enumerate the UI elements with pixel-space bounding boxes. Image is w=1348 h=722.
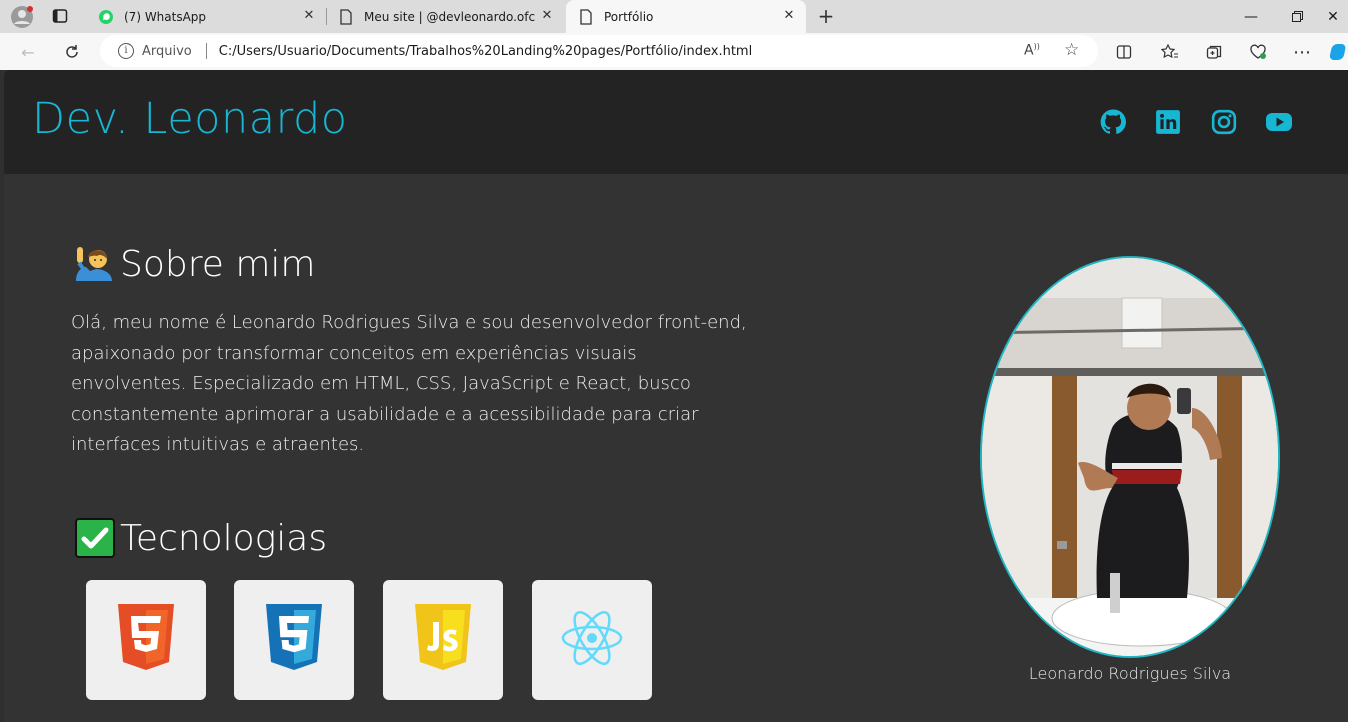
whatsapp-icon — [98, 9, 114, 25]
info-icon[interactable]: i — [118, 43, 134, 59]
split-screen-icon[interactable] — [1110, 38, 1138, 66]
scheme-label: Arquivo — [142, 43, 192, 59]
html5-icon — [114, 602, 178, 678]
browser-tabstrip: (7) WhatsApp ✕ Meu site | @devleonardo.o… — [0, 0, 1348, 33]
minimize-button[interactable]: — — [1228, 0, 1274, 33]
tab-separator — [326, 8, 327, 25]
more-menu-icon[interactable]: ⋯ — [1288, 38, 1316, 66]
tab-portfolio[interactable]: Portfólio ✕ — [566, 0, 806, 33]
close-window-button[interactable]: ✕ — [1318, 0, 1348, 33]
url-text[interactable]: C:/Users/Usuario/Documents/Trabalhos%20L… — [219, 44, 752, 59]
copilot-icon[interactable] — [1326, 38, 1348, 66]
tech-card-css3[interactable] — [234, 580, 354, 700]
tab-label: Portfólio — [604, 9, 654, 24]
site-header: Dev. Leonardo — [4, 70, 1348, 174]
tech-card-react[interactable] — [532, 580, 652, 700]
react-icon — [560, 608, 624, 672]
profile-caption: Leonardo Rodrigues Silva — [1028, 664, 1232, 683]
tech-card-javascript[interactable] — [383, 580, 503, 700]
instagram-icon[interactable] — [1210, 108, 1238, 136]
close-icon[interactable]: ✕ — [540, 9, 554, 23]
tab-whatsapp[interactable]: (7) WhatsApp ✕ — [90, 0, 326, 33]
linkedin-icon[interactable] — [1154, 108, 1182, 136]
tech-title: Tecnologias — [120, 517, 328, 559]
close-icon[interactable]: ✕ — [782, 9, 796, 23]
address-bar[interactable]: i Arquivo C:/Users/Usuario/Documents/Tra… — [100, 35, 1098, 67]
tab-meu-site[interactable]: Meu site | @devleonardo.ofc ✕ — [328, 0, 564, 33]
profile-avatar[interactable] — [8, 3, 36, 31]
restore-button[interactable] — [1274, 0, 1320, 33]
favorite-star-icon[interactable]: ☆ — [1064, 40, 1079, 60]
javascript-icon — [411, 602, 475, 678]
address-divider — [205, 43, 207, 59]
youtube-icon[interactable] — [1265, 108, 1293, 136]
back-arrow-icon[interactable]: ← — [14, 38, 42, 66]
refresh-icon[interactable] — [58, 38, 86, 66]
profile-photo — [980, 256, 1280, 658]
github-icon[interactable] — [1099, 108, 1127, 136]
css3-icon — [262, 602, 326, 678]
tech-heading: Tecnologias — [74, 517, 327, 559]
read-aloud-icon[interactable]: A)) — [1024, 42, 1040, 59]
person-raising-hand-icon — [74, 243, 116, 285]
tab-label: Meu site | @devleonardo.ofc — [364, 9, 536, 24]
page-viewport: Dev. Leonardo Sobre mim Olá, meu nome é … — [4, 70, 1348, 722]
tab-label: (7) WhatsApp — [124, 9, 207, 24]
favorites-icon[interactable] — [1156, 38, 1184, 66]
site-brand[interactable]: Dev. Leonardo — [32, 94, 348, 144]
close-icon[interactable]: ✕ — [302, 9, 316, 23]
page-icon — [578, 8, 594, 25]
about-title: Sobre mim — [120, 243, 316, 285]
tab-actions-icon[interactable] — [46, 2, 74, 30]
browser-toolbar: ← i Arquivo C:/Users/Usuario/Documents/T… — [0, 33, 1348, 70]
page-icon — [338, 8, 354, 25]
browser-essentials-icon[interactable] — [1244, 38, 1272, 66]
new-tab-button[interactable]: + — [812, 2, 840, 30]
collections-icon[interactable] — [1200, 38, 1228, 66]
tech-card-html5[interactable] — [86, 580, 206, 700]
about-heading: Sobre mim — [74, 243, 315, 285]
check-mark-icon — [74, 517, 116, 559]
about-paragraph: Olá, meu nome é Leonardo Rodrigues Silva… — [71, 312, 747, 455]
